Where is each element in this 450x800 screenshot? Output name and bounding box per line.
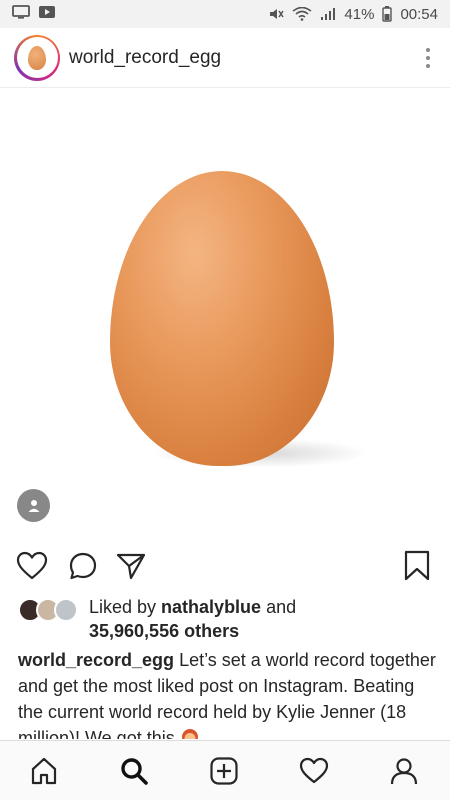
likes-summary[interactable]: Liked by nathalyblue and 35,960,556 othe… — [18, 596, 438, 642]
post-header: world_record_egg — [0, 28, 450, 88]
clock: 00:54 — [400, 5, 438, 23]
search-icon[interactable] — [116, 753, 152, 789]
signal-icon — [320, 7, 336, 21]
liker-avatar — [54, 598, 78, 622]
egg-avatar-icon — [28, 45, 46, 70]
liked-by-suffix: and — [261, 597, 297, 617]
share-icon[interactable] — [113, 548, 149, 584]
avatar-inner — [16, 37, 58, 78]
action-bar — [0, 548, 450, 588]
battery-icon — [382, 6, 393, 22]
status-bar-right: 41% 00:54 — [268, 6, 438, 23]
home-icon[interactable] — [26, 753, 62, 789]
liked-by-prefix: Liked by — [89, 597, 162, 617]
avatar[interactable] — [14, 34, 60, 81]
more-options-icon[interactable] — [420, 42, 436, 74]
post-username[interactable]: world_record_egg — [69, 47, 221, 69]
liker-avatars — [18, 598, 80, 622]
status-bar: 41% 00:54 — [0, 0, 450, 28]
battery-percent: 41% — [344, 5, 375, 23]
liked-by-user[interactable]: nathalyblue — [161, 597, 261, 617]
video-icon — [38, 5, 56, 23]
wifi-icon — [292, 7, 312, 21]
bookmark-icon[interactable] — [399, 548, 435, 584]
heart-icon[interactable] — [14, 548, 50, 584]
caption-username[interactable]: world_record_egg — [18, 650, 174, 670]
woman-emoji-icon — [180, 728, 200, 739]
status-bar-left — [12, 5, 56, 23]
add-post-icon[interactable] — [206, 753, 242, 789]
post-caption: world_record_egg Let’s set a world recor… — [18, 647, 440, 739]
profile-icon[interactable] — [386, 753, 422, 789]
mute-icon — [268, 7, 285, 21]
bottom-nav — [0, 740, 450, 800]
comment-icon[interactable] — [65, 548, 101, 584]
activity-icon[interactable] — [296, 753, 332, 789]
screen-icon — [12, 5, 30, 23]
user-tag-icon[interactable] — [17, 489, 50, 522]
liked-by-line: Liked by nathalyblue and — [89, 597, 296, 618]
likes-count[interactable]: 35,960,556 others — [89, 621, 239, 642]
